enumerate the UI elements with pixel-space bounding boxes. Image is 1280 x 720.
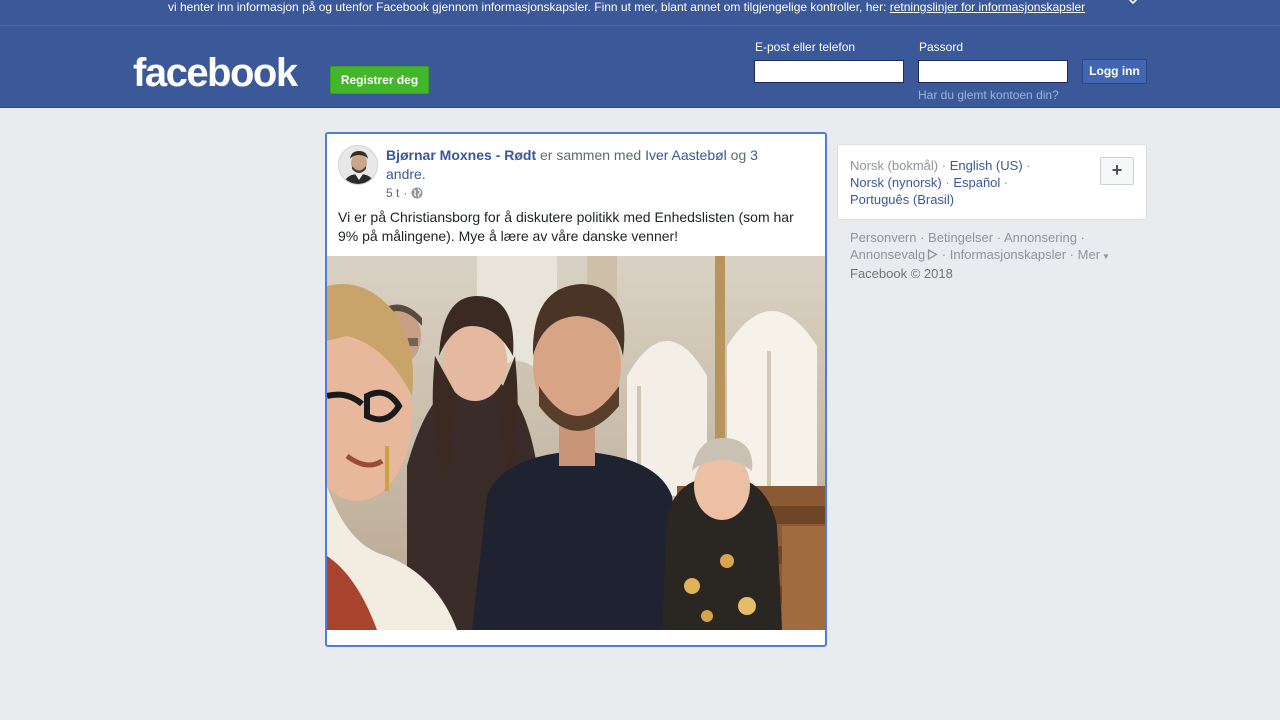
register-button[interactable]: Registrer deg [330, 66, 429, 94]
adchoices-icon [927, 247, 938, 261]
copyright-text: Facebook © 2018 [850, 266, 953, 281]
footer-link-betingelser[interactable]: Betingelser [928, 230, 993, 245]
close-icon[interactable] [1124, 0, 1142, 10]
login-button[interactable]: Logg inn [1082, 59, 1147, 84]
post-meta: 5 t · [386, 186, 423, 200]
top-header: facebook Registrer deg E-post eller tele… [0, 25, 1280, 108]
footer-link-more[interactable]: Mer [1078, 247, 1100, 262]
tagged-person-link[interactable]: Iver Aastebøl [645, 147, 727, 163]
cookie-banner: vi henter inn informasjon på og utenfor … [0, 0, 1280, 25]
forgot-account-link[interactable]: Har du glemt kontoen din? [918, 88, 1059, 102]
language-selector-box: Norsk (bokmål) · English (US) · Norsk (n… [837, 144, 1147, 220]
password-field[interactable] [918, 60, 1068, 83]
email-label: E-post eller telefon [755, 40, 856, 54]
email-field[interactable] [754, 60, 904, 83]
language-espanol[interactable]: Español [953, 175, 1000, 190]
add-language-button[interactable]: + [1100, 157, 1134, 185]
meta-separator: · [403, 186, 408, 200]
language-portugues[interactable]: Português (Brasil) [850, 192, 954, 207]
cookie-banner-text: vi henter inn informasjon på og utenfor … [168, 0, 1085, 14]
post-header: Bjørnar Moxnes - Rødt er sammen med Iver… [386, 146, 776, 184]
footer-link-personvern[interactable]: Personvern [850, 230, 916, 245]
footer-links: Personvern · Betingelser · Annonsering ·… [850, 230, 1110, 281]
globe-icon[interactable] [411, 187, 423, 199]
footer-link-cookies[interactable]: Informasjonskapsler [950, 247, 1066, 262]
footer-link-annonsering[interactable]: Annonsering [1004, 230, 1077, 245]
language-list: Norsk (bokmål) · English (US) · Norsk (n… [850, 158, 1031, 207]
facebook-logo[interactable]: facebook [133, 51, 298, 95]
language-current: Norsk (bokmål) [850, 158, 939, 173]
post-photo[interactable] [327, 256, 825, 630]
language-nynorsk[interactable]: Norsk (nynorsk) [850, 175, 942, 190]
with-text: er sammen med [540, 147, 642, 163]
cookie-policy-link[interactable]: retningslinjer for informasjonskapsler [890, 0, 1085, 14]
dropdown-caret-icon[interactable]: ▼ [1102, 252, 1110, 261]
post-author-link[interactable]: Bjørnar Moxnes - Rødt [386, 147, 536, 163]
avatar[interactable] [338, 145, 378, 185]
post-body: Vi er på Christiansborg for å diskutere … [338, 209, 794, 244]
post-timestamp[interactable]: 5 t [386, 186, 399, 200]
footer-link-annonsevalg[interactable]: Annonsevalg [850, 247, 925, 262]
post-card: Bjørnar Moxnes - Rødt er sammen med Iver… [325, 132, 827, 647]
password-label: Passord [919, 40, 964, 54]
language-english[interactable]: English (US) [950, 158, 1023, 173]
and-text: og [730, 147, 747, 163]
cookie-message: vi henter inn informasjon på og utenfor … [168, 0, 887, 14]
